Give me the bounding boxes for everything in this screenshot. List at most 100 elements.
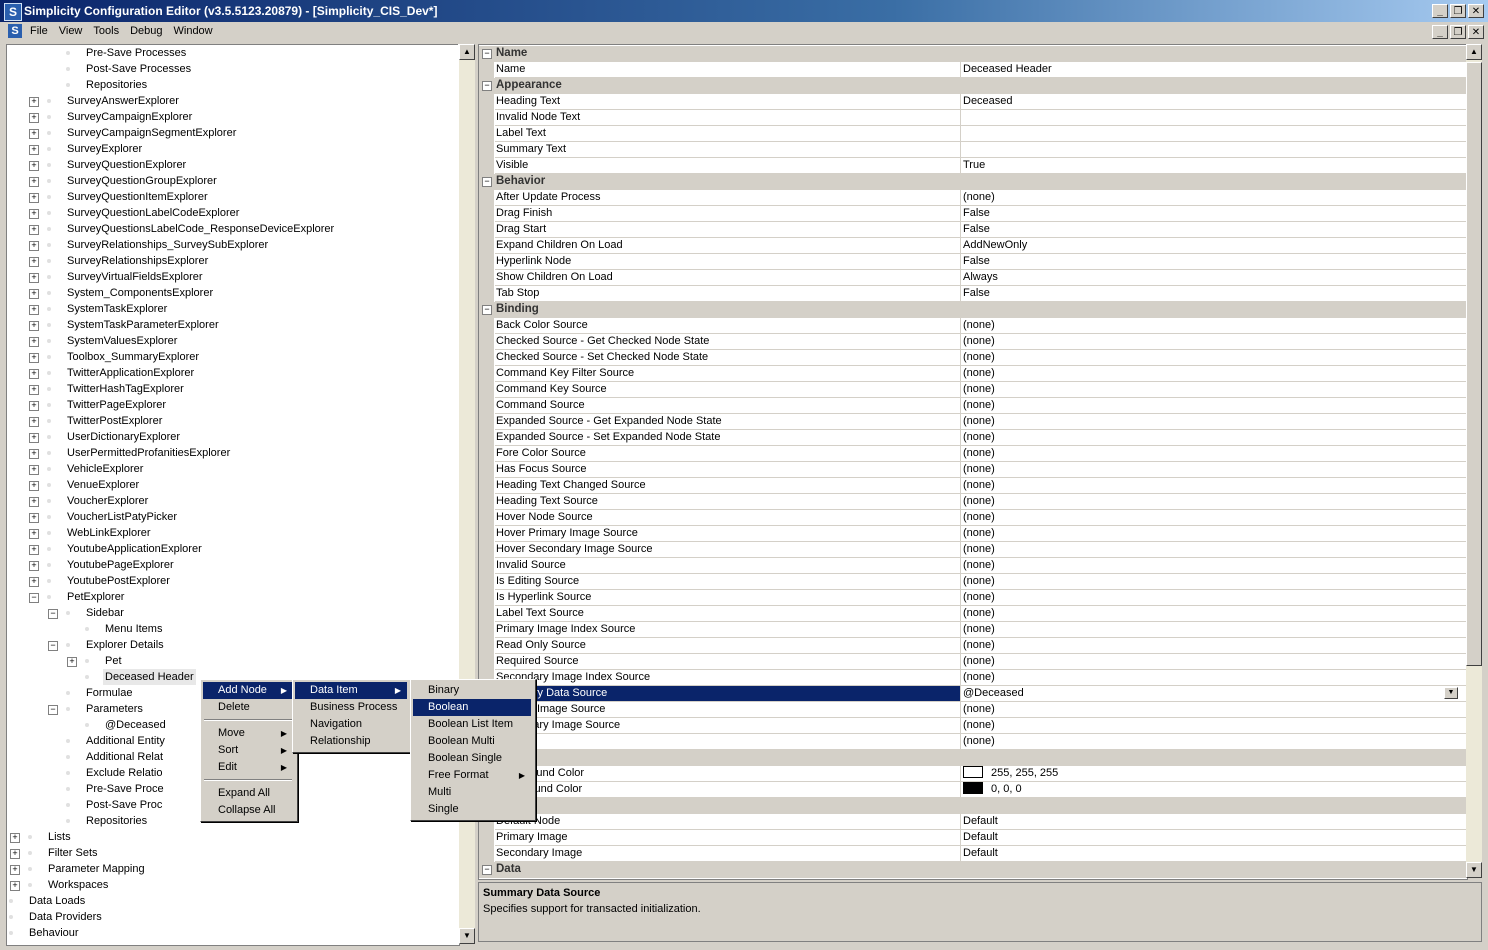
tree-node[interactable]: + WebLinkExplorer bbox=[7, 525, 457, 541]
property-value[interactable]: Always bbox=[960, 270, 1467, 286]
tree-node[interactable]: +Behaviour bbox=[7, 925, 457, 941]
property-name[interactable]: Expanded Source - Set Expanded Node Stat… bbox=[495, 430, 961, 446]
menu-item[interactable]: Move ▶ bbox=[203, 725, 293, 742]
plus-box-icon[interactable]: + bbox=[29, 369, 39, 379]
tree-node[interactable]: + SurveyAnswerExplorer bbox=[7, 93, 457, 109]
property-value[interactable]: (none) bbox=[960, 446, 1467, 462]
plus-box-icon[interactable]: + bbox=[29, 257, 39, 267]
tree-node[interactable]: − Sidebar bbox=[7, 605, 457, 621]
document-icon[interactable]: S bbox=[8, 24, 22, 38]
minus-box-icon[interactable]: − bbox=[482, 177, 492, 187]
minus-box-icon[interactable]: − bbox=[48, 641, 58, 651]
property-row[interactable]: Hover Secondary Image Source (none) bbox=[479, 542, 1467, 558]
property-row[interactable]: Summary Text bbox=[479, 142, 1467, 158]
property-row[interactable]: Invalid Node Text bbox=[479, 110, 1467, 126]
property-name[interactable]: Label Text bbox=[495, 126, 961, 142]
plus-box-icon[interactable]: + bbox=[10, 849, 20, 859]
menu-item[interactable]: Binary bbox=[413, 682, 531, 699]
plus-box-icon[interactable]: + bbox=[29, 289, 39, 299]
tree-node[interactable]: + TwitterHashTagExplorer bbox=[7, 381, 457, 397]
property-name[interactable]: Default Node bbox=[495, 814, 961, 830]
property-value[interactable]: (none) bbox=[960, 350, 1467, 366]
property-value[interactable]: (none) bbox=[960, 318, 1467, 334]
property-value[interactable]: (none) bbox=[960, 414, 1467, 430]
property-row[interactable]: Heading Text Source (none) bbox=[479, 494, 1467, 510]
tree-node[interactable]: + Parameter Mapping bbox=[7, 861, 457, 877]
property-value[interactable]: (none) bbox=[960, 590, 1467, 606]
property-row[interactable]: Invalid Source (none) bbox=[479, 558, 1467, 574]
property-row[interactable]: Back Color Source (none) bbox=[479, 318, 1467, 334]
property-value[interactable]: (none) bbox=[960, 574, 1467, 590]
property-row[interactable]: Has Focus Source (none) bbox=[479, 462, 1467, 478]
minimize-button[interactable]: _ bbox=[1432, 4, 1448, 18]
plus-box-icon[interactable]: + bbox=[29, 545, 39, 555]
plus-box-icon[interactable]: + bbox=[29, 513, 39, 523]
plus-box-icon[interactable]: + bbox=[29, 433, 39, 443]
menu-item[interactable]: Boolean List Item bbox=[413, 716, 531, 733]
property-row[interactable]: Expand Children On Load AddNewOnly bbox=[479, 238, 1467, 254]
property-value[interactable]: (none) bbox=[960, 398, 1467, 414]
property-value[interactable]: @Deceased ▼ bbox=[960, 686, 1467, 702]
property-row[interactable]: Is Editing Source (none) bbox=[479, 574, 1467, 590]
property-row[interactable]: Label Text bbox=[479, 126, 1467, 142]
plus-box-icon[interactable]: + bbox=[29, 529, 39, 539]
property-row[interactable]: Background Color 255, 255, 255 bbox=[479, 766, 1467, 782]
mdi-minimize-button[interactable]: _ bbox=[1432, 25, 1448, 39]
plus-box-icon[interactable]: + bbox=[10, 833, 20, 843]
property-value[interactable]: False bbox=[960, 206, 1467, 222]
property-value[interactable]: 0, 0, 0 bbox=[960, 782, 1467, 798]
property-name[interactable]: Is Editing Source bbox=[495, 574, 961, 590]
property-name[interactable]: Checked Source - Get Checked Node State bbox=[495, 334, 961, 350]
property-value[interactable]: (none) bbox=[960, 334, 1467, 350]
property-name[interactable]: Is Hyperlink Source bbox=[495, 590, 961, 606]
tree-node[interactable]: + VoucherListPatyPicker bbox=[7, 509, 457, 525]
property-row[interactable]: Name Deceased Header bbox=[479, 62, 1467, 78]
property-row[interactable]: Command Key Source (none) bbox=[479, 382, 1467, 398]
plus-box-icon[interactable]: + bbox=[29, 145, 39, 155]
property-value[interactable]: Deceased Header bbox=[960, 62, 1467, 78]
property-value[interactable]: (none) bbox=[960, 510, 1467, 526]
plus-box-icon[interactable]: + bbox=[29, 577, 39, 587]
property-value[interactable]: 255, 255, 255 bbox=[960, 766, 1467, 782]
property-row[interactable]: Tab Stop False bbox=[479, 286, 1467, 302]
property-name[interactable]: Heading Text Changed Source bbox=[495, 478, 961, 494]
property-value[interactable]: (none) bbox=[960, 702, 1467, 718]
minus-box-icon[interactable]: − bbox=[482, 865, 492, 875]
property-value[interactable]: False bbox=[960, 254, 1467, 270]
tree-node[interactable]: Pre-Save Processes bbox=[7, 45, 457, 61]
tree-node[interactable]: + Pet bbox=[7, 653, 457, 669]
property-row[interactable]: Command Key Filter Source (none) bbox=[479, 366, 1467, 382]
property-name[interactable]: Fore Color Source bbox=[495, 446, 961, 462]
menu-window[interactable]: Window bbox=[170, 25, 220, 37]
menu-debug[interactable]: Debug bbox=[126, 25, 169, 37]
property-row[interactable]: Read Only Source (none) bbox=[479, 638, 1467, 654]
property-name[interactable]: Primary Image Index Source bbox=[495, 622, 961, 638]
plus-box-icon[interactable]: + bbox=[29, 209, 39, 219]
property-name[interactable]: Command Key Source bbox=[495, 382, 961, 398]
property-row[interactable]: Drag Finish False bbox=[479, 206, 1467, 222]
property-name[interactable]: Drag Finish bbox=[495, 206, 961, 222]
tree-node[interactable]: + YoutubeApplicationExplorer bbox=[7, 541, 457, 557]
property-name[interactable]: Primary Image Source bbox=[495, 702, 961, 718]
tree-node[interactable]: + Workspaces bbox=[7, 877, 457, 893]
property-value[interactable]: (none) bbox=[960, 718, 1467, 734]
menu-item[interactable]: Edit ▶ bbox=[203, 759, 293, 776]
property-name[interactable]: Expand Children On Load bbox=[495, 238, 961, 254]
property-value[interactable]: (none) bbox=[960, 670, 1467, 686]
property-name[interactable]: Primary Image bbox=[495, 830, 961, 846]
property-value[interactable]: Default bbox=[960, 814, 1467, 830]
property-name[interactable]: Back Color Source bbox=[495, 318, 961, 334]
tree-node[interactable]: +Data Loads bbox=[7, 893, 457, 909]
tree-node[interactable]: + VenueExplorer bbox=[7, 477, 457, 493]
menu-item[interactable]: Navigation bbox=[295, 716, 407, 733]
plus-box-icon[interactable]: + bbox=[29, 385, 39, 395]
property-value[interactable]: (none) bbox=[960, 190, 1467, 206]
plus-box-icon[interactable]: + bbox=[29, 161, 39, 171]
plus-box-icon[interactable]: + bbox=[29, 481, 39, 491]
plus-box-icon[interactable]: + bbox=[29, 97, 39, 107]
property-name[interactable]: Label Text Source bbox=[495, 606, 961, 622]
tree-node[interactable]: + Toolbox_SummaryExplorer bbox=[7, 349, 457, 365]
plus-box-icon[interactable]: + bbox=[67, 657, 77, 667]
tree-node[interactable]: + VoucherExplorer bbox=[7, 493, 457, 509]
property-name[interactable]: Hover Primary Image Source bbox=[495, 526, 961, 542]
